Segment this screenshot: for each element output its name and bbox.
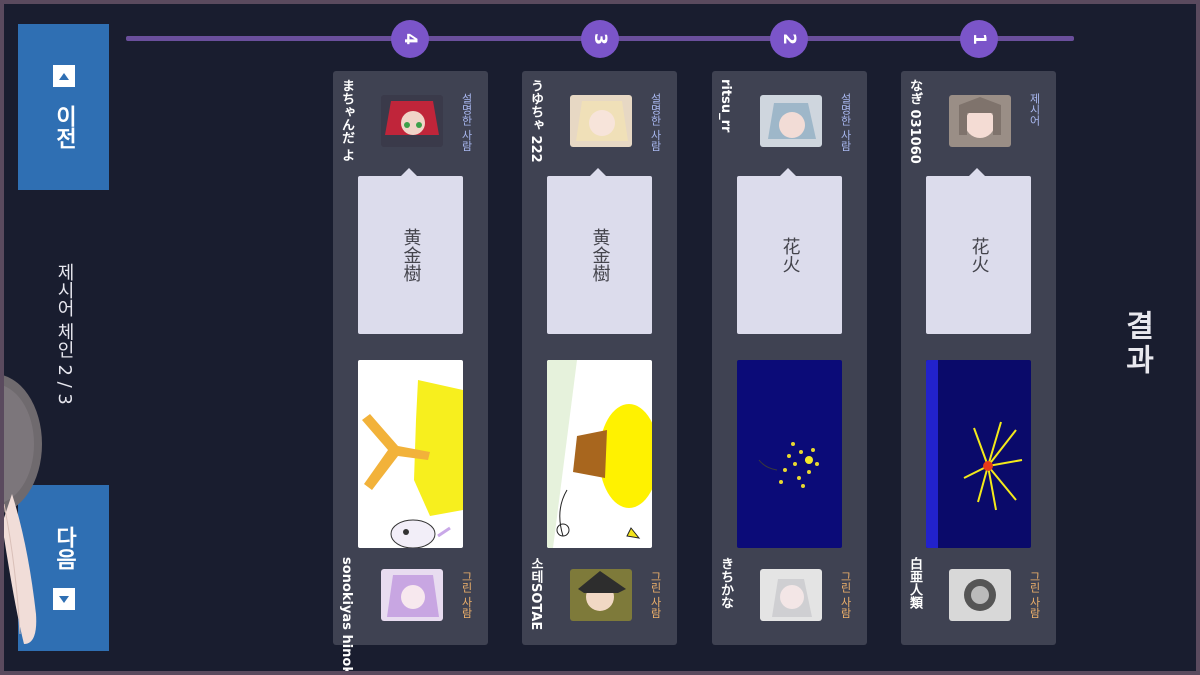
explainer-avatar: [570, 95, 632, 147]
drawer-name: きちかな: [718, 557, 733, 609]
explainer-role: 설명한 사람: [649, 93, 662, 152]
result-card-1: 제시어 なぎ 031060 花火 그린 사람 白亜人類: [901, 71, 1056, 645]
mascot-art: [4, 375, 42, 644]
explained-word-bubble: 黄金樹: [547, 168, 652, 334]
step-4-badge: 4: [391, 20, 429, 58]
prompt-word-bubble: 花火: [926, 168, 1031, 334]
step-1-badge: 1: [960, 20, 998, 58]
drawer-role: 그린 사람: [460, 571, 473, 619]
drawer-name: 소테SOTAE: [528, 557, 543, 631]
drawing-1[interactable]: [926, 360, 1031, 548]
result-title: 결과: [1119, 310, 1154, 378]
explainer-name: ritsu_rr: [718, 79, 733, 133]
drawer-avatar: [381, 569, 443, 621]
explainer-avatar: [760, 95, 822, 147]
step-3-badge: 3: [581, 20, 619, 58]
drawer-role: 그린 사람: [839, 571, 852, 619]
drawer-name: sonokiyas hinoki: [339, 557, 354, 671]
result-card-2: 설명한 사람 ritsu_rr 花火 그린 사람 きちかな: [712, 71, 867, 645]
drawer-role: 그린 사람: [649, 571, 662, 619]
explained-word-bubble: 花火: [737, 168, 842, 334]
drawing-4[interactable]: [358, 360, 463, 548]
explained-word: 黄金樹: [589, 228, 611, 282]
drawer-avatar: [570, 569, 632, 621]
up-arrow-icon: [52, 65, 75, 87]
drawing-2[interactable]: [737, 360, 842, 548]
result-card-3: 설명한 사람 うゆちゃ 222 黄金樹 그린 사람 소테SOTAE: [522, 71, 677, 645]
prompt-word: 花火: [968, 237, 990, 273]
prompt-giver-name: なぎ 031060: [907, 79, 922, 164]
drawer-avatar: [760, 569, 822, 621]
prompt-giver-role: 제시어: [1028, 93, 1041, 126]
explained-word-bubble: 黄金樹: [358, 168, 463, 334]
explainer-avatar: [381, 95, 443, 147]
explainer-role: 설명한 사람: [460, 93, 473, 152]
drawer-role: 그린 사람: [1028, 571, 1041, 619]
step-2-badge: 2: [770, 20, 808, 58]
prev-button-label: 이전: [51, 105, 77, 149]
prompt-giver-avatar: [949, 95, 1011, 147]
result-card-4: 설명한 사람 まちゃんだ よ 黄金樹 그린 사람 sonokiyas hinok…: [333, 71, 488, 671]
explained-word: 黄金樹: [400, 228, 422, 282]
explainer-name: うゆちゃ 222: [528, 79, 543, 163]
drawer-avatar: [949, 569, 1011, 621]
explained-word: 花火: [779, 237, 801, 273]
drawing-3[interactable]: [547, 360, 652, 548]
explainer-role: 설명한 사람: [839, 93, 852, 152]
prev-button[interactable]: 이전: [18, 24, 109, 190]
explainer-name: まちゃんだ よ: [339, 79, 354, 162]
result-screen: 결과 1 2 3 4 제시어 なぎ 031060 花火 그린 사람 白亜人類 설…: [4, 4, 1196, 671]
drawer-name: 白亜人類: [907, 557, 922, 609]
